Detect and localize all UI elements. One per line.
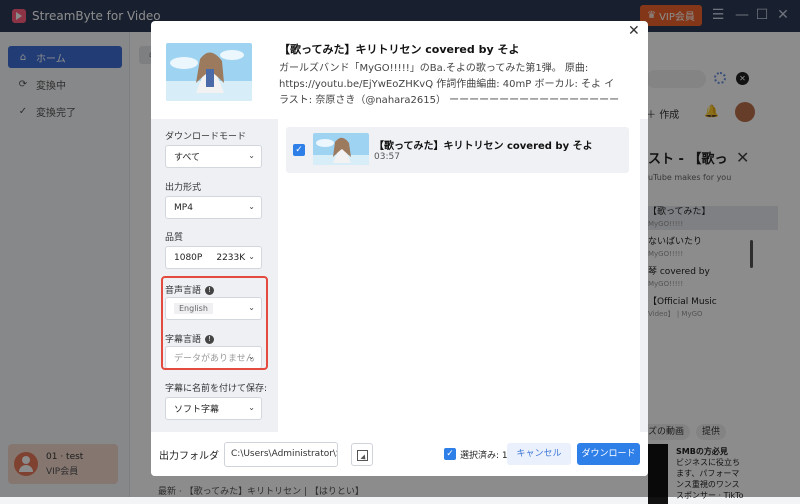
close-icon[interactable]: ✕ <box>628 23 640 39</box>
chevron-down-icon: ⌄ <box>248 202 255 211</box>
subtitle-save-select[interactable]: ソフト字幕 ⌄ <box>165 397 262 420</box>
output-format-label: 出力形式 <box>165 183 202 193</box>
download-mode-select[interactable]: すべて ⌄ <box>165 145 262 168</box>
quality-select[interactable]: 1080P 2233K ⌄ <box>165 246 262 269</box>
dialog-body: ダウンロードモード すべて ⌄ 出力形式 MP4 ⌄ 品質 1080P 2233… <box>151 119 648 432</box>
dialog-footer: 出力フォルダ C:\Users\Administrator\Strea ✓ 選択… <box>151 432 648 476</box>
subtitle-save-label: 字幕に名前を付けて保存: <box>165 384 268 394</box>
video-row[interactable]: ✓ 【歌ってみた】キリトリセン covered by そよ 03:57 <box>286 127 629 173</box>
video-row-thumbnail <box>313 133 369 165</box>
select-all-checkbox[interactable]: ✓ <box>444 448 456 460</box>
chevron-down-icon: ⌄ <box>248 403 255 412</box>
video-checkbox[interactable]: ✓ <box>293 144 305 156</box>
video-description: ガールズバンド「MyGO!!!!!」のBa.そよの歌ってみた第1弾。 原曲: h… <box>279 63 620 106</box>
selected-count: 選択済み: 1 <box>460 451 508 461</box>
browse-folder-button[interactable] <box>351 443 373 466</box>
chevron-down-icon: ⌄ <box>248 252 255 261</box>
chevron-down-icon: ⌄ <box>248 151 255 160</box>
video-row-title: 【歌ってみた】キリトリセン covered by そよ <box>374 141 593 152</box>
download-mode-label: ダウンロードモード <box>165 132 247 142</box>
output-folder-label: 出力フォルダ <box>159 451 219 462</box>
quality-label: 品質 <box>165 233 184 243</box>
download-button[interactable]: ダウンロード <box>577 443 640 465</box>
video-thumbnail <box>166 43 252 101</box>
video-title: 【歌ってみた】キリトリセン covered by そよ <box>279 43 520 56</box>
download-dialog: ✕ 【歌ってみた】キリトリセン covered by そよ ガールズバンド「My… <box>151 21 648 476</box>
video-row-duration: 03:57 <box>374 152 400 162</box>
output-format-select[interactable]: MP4 ⌄ <box>165 196 262 219</box>
cancel-button[interactable]: キャンセル <box>507 443 571 465</box>
video-list: ✓ 【歌ってみた】キリトリセン covered by そよ 03:57 <box>278 119 640 432</box>
language-highlight-box <box>161 276 268 370</box>
output-path-field[interactable]: C:\Users\Administrator\Strea <box>224 442 338 467</box>
